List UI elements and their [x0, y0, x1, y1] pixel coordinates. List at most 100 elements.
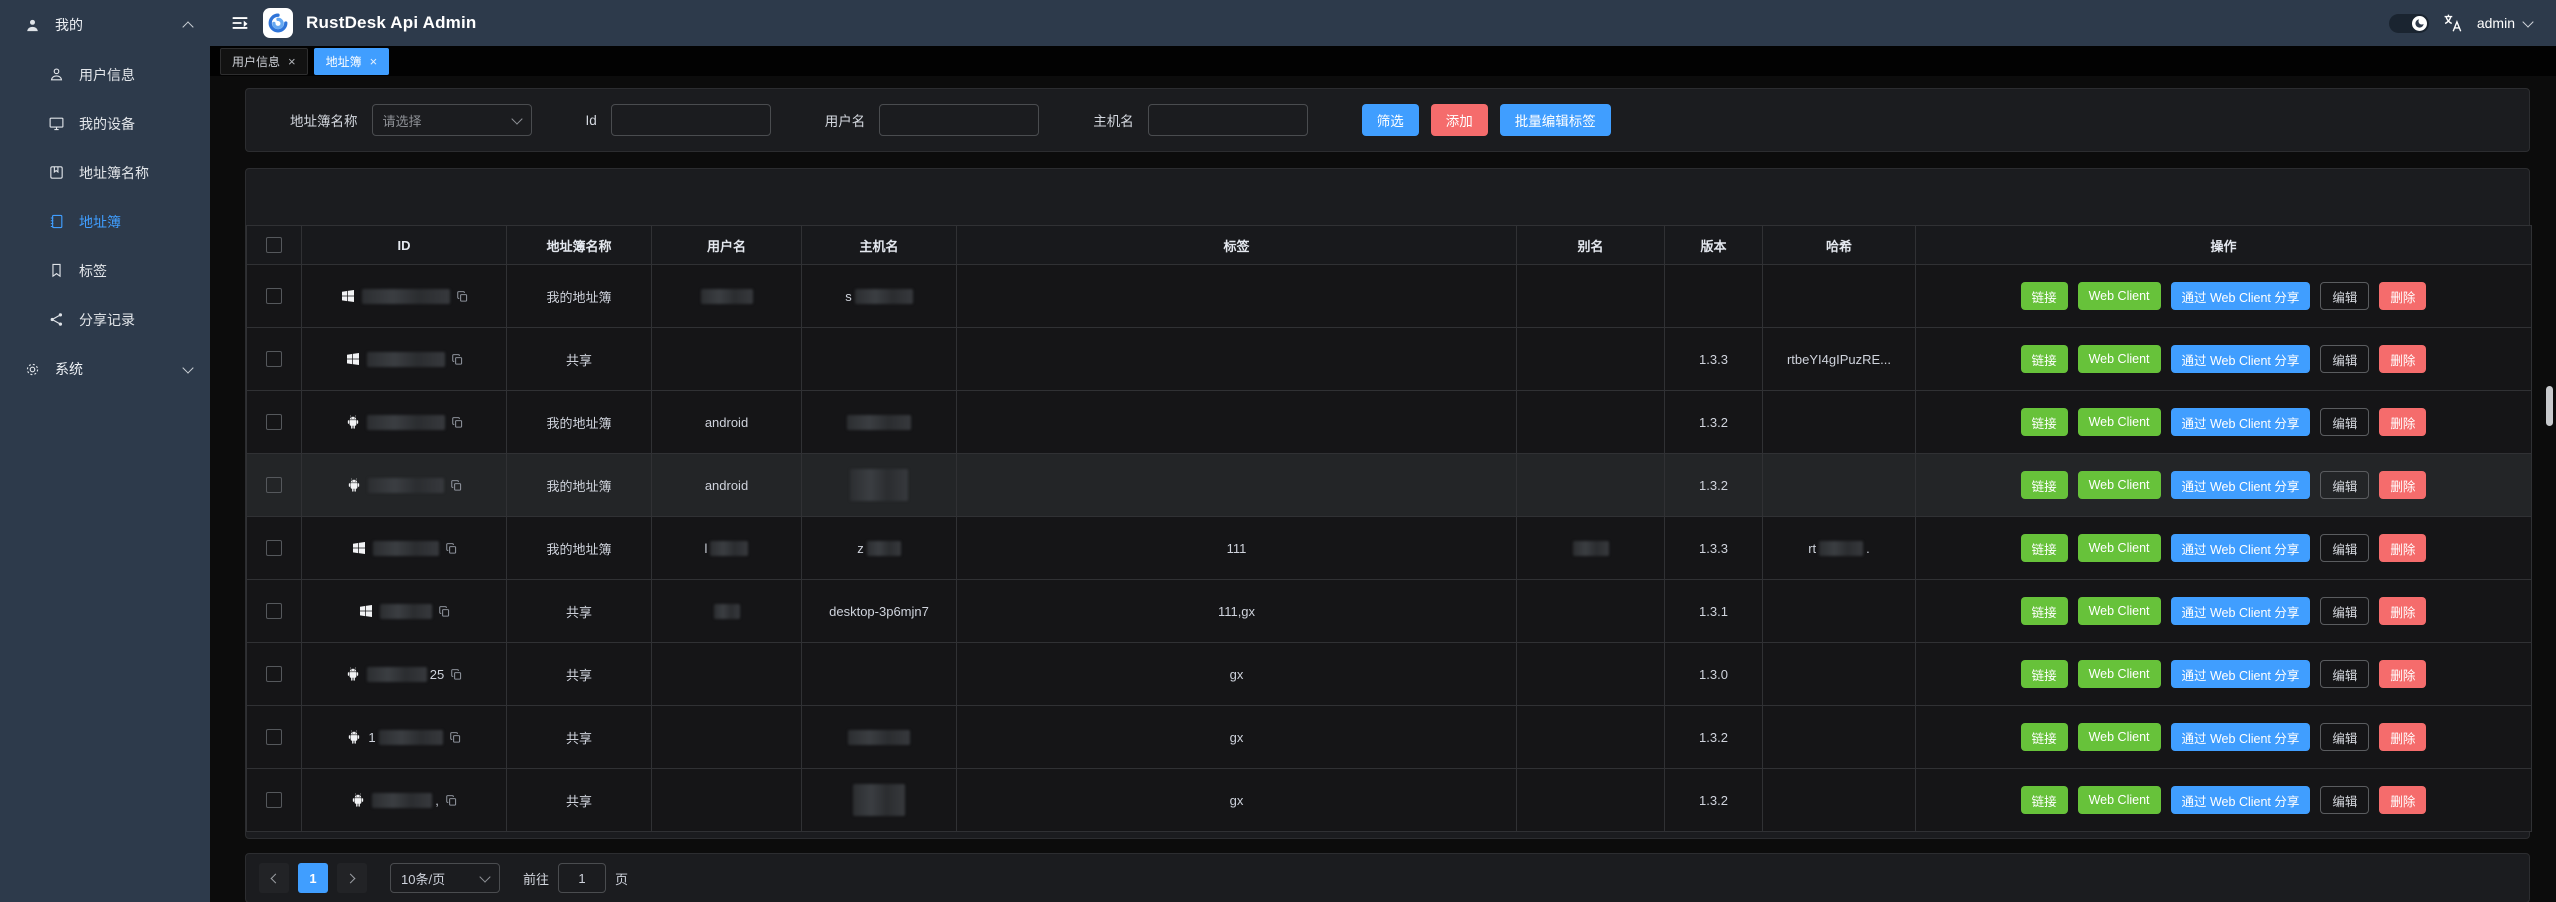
sidebar-item[interactable]: 标签: [0, 246, 210, 295]
sidebar-item[interactable]: 地址簿: [0, 197, 210, 246]
action-button-success[interactable]: 链接: [2021, 534, 2068, 562]
copy-icon[interactable]: [456, 290, 469, 303]
copy-icon[interactable]: [450, 668, 463, 681]
copy-icon[interactable]: [438, 605, 451, 618]
tab[interactable]: 地址簿×: [314, 48, 390, 75]
action-button-plain[interactable]: 编辑: [2320, 282, 2369, 310]
goto-page-input[interactable]: [558, 863, 606, 893]
action-button-primary[interactable]: 通过 Web Client 分享: [2171, 723, 2311, 751]
sidebar-item[interactable]: 我的设备: [0, 99, 210, 148]
sidebar-item[interactable]: 分享记录: [0, 295, 210, 344]
action-button-success[interactable]: Web Client: [2078, 408, 2161, 436]
action-button-primary[interactable]: 通过 Web Client 分享: [2171, 534, 2311, 562]
row-checkbox[interactable]: [266, 414, 282, 430]
collapse-menu-icon[interactable]: [230, 13, 250, 33]
action-button-primary[interactable]: 通过 Web Client 分享: [2171, 408, 2311, 436]
row-checkbox[interactable]: [266, 351, 282, 367]
action-button-success[interactable]: 链接: [2021, 471, 2068, 499]
action-button-success[interactable]: 链接: [2021, 597, 2068, 625]
sidebar-item[interactable]: 用户信息: [0, 50, 210, 99]
hostname-input[interactable]: [1148, 104, 1308, 136]
add-button[interactable]: 添加: [1431, 104, 1488, 136]
action-button-danger[interactable]: 删除: [2379, 723, 2426, 751]
action-button-success[interactable]: Web Client: [2078, 723, 2161, 751]
copy-icon[interactable]: [449, 731, 462, 744]
copy-icon[interactable]: [451, 353, 464, 366]
id-input[interactable]: [611, 104, 771, 136]
action-button-danger[interactable]: 删除: [2379, 597, 2426, 625]
copy-icon[interactable]: [445, 794, 458, 807]
select-all-checkbox[interactable]: [266, 237, 282, 253]
row-checkbox[interactable]: [266, 729, 282, 745]
action-button-success[interactable]: 链接: [2021, 786, 2068, 814]
redacted-text: [847, 415, 911, 430]
row-checkbox[interactable]: [266, 603, 282, 619]
action-button-success[interactable]: 链接: [2021, 660, 2068, 688]
hostname-cell: [802, 643, 957, 706]
action-button-primary[interactable]: 通过 Web Client 分享: [2171, 660, 2311, 688]
tab[interactable]: 用户信息×: [220, 48, 308, 75]
page-number-active[interactable]: 1: [298, 863, 328, 893]
action-button-primary[interactable]: 通过 Web Client 分享: [2171, 597, 2311, 625]
action-button-plain[interactable]: 编辑: [2320, 723, 2369, 751]
page-size-select[interactable]: 10条/页: [390, 863, 500, 893]
username-cell: [652, 706, 802, 769]
action-button-plain[interactable]: 编辑: [2320, 534, 2369, 562]
action-button-danger[interactable]: 删除: [2379, 408, 2426, 436]
sidebar-group-system[interactable]: 系统: [0, 344, 210, 394]
action-button-primary[interactable]: 通过 Web Client 分享: [2171, 471, 2311, 499]
language-switch-icon[interactable]: [2442, 12, 2464, 34]
action-button-primary[interactable]: 通过 Web Client 分享: [2171, 282, 2311, 310]
action-button-danger[interactable]: 删除: [2379, 471, 2426, 499]
row-checkbox[interactable]: [266, 288, 282, 304]
action-button-plain[interactable]: 编辑: [2320, 408, 2369, 436]
sidebar-item[interactable]: 地址簿名称: [0, 148, 210, 197]
action-button-success[interactable]: 链接: [2021, 408, 2068, 436]
row-checkbox[interactable]: [266, 477, 282, 493]
action-button-plain[interactable]: 编辑: [2320, 345, 2369, 373]
action-button-success[interactable]: Web Client: [2078, 597, 2161, 625]
action-button-plain[interactable]: 编辑: [2320, 786, 2369, 814]
username-input[interactable]: [879, 104, 1039, 136]
action-button-success[interactable]: Web Client: [2078, 660, 2161, 688]
copy-icon[interactable]: [450, 479, 463, 492]
hash-cell: rt.: [1763, 517, 1916, 580]
action-button-plain[interactable]: 编辑: [2320, 660, 2369, 688]
action-button-success[interactable]: Web Client: [2078, 282, 2161, 310]
book-name-select[interactable]: 请选择: [372, 104, 532, 136]
action-button-plain[interactable]: 编辑: [2320, 471, 2369, 499]
action-button-success[interactable]: Web Client: [2078, 786, 2161, 814]
next-page-button[interactable]: [337, 863, 367, 893]
action-button-danger[interactable]: 删除: [2379, 534, 2426, 562]
dark-mode-toggle[interactable]: [2389, 14, 2429, 33]
sidebar: 我的用户信息我的设备地址簿名称地址簿标签分享记录系统: [0, 0, 210, 902]
vertical-scrollbar[interactable]: [2546, 386, 2553, 426]
row-checkbox[interactable]: [266, 792, 282, 808]
action-button-success[interactable]: 链接: [2021, 723, 2068, 751]
action-button-success[interactable]: Web Client: [2078, 534, 2161, 562]
sidebar-group-mine[interactable]: 我的: [0, 0, 210, 50]
action-button-primary[interactable]: 通过 Web Client 分享: [2171, 345, 2311, 373]
action-button-danger[interactable]: 删除: [2379, 786, 2426, 814]
row-checkbox[interactable]: [266, 666, 282, 682]
copy-icon[interactable]: [451, 416, 464, 429]
row-checkbox[interactable]: [266, 540, 282, 556]
close-icon[interactable]: ×: [370, 55, 378, 68]
close-icon[interactable]: ×: [288, 55, 296, 68]
action-button-success[interactable]: Web Client: [2078, 471, 2161, 499]
action-button-plain[interactable]: 编辑: [2320, 597, 2369, 625]
action-button-success[interactable]: 链接: [2021, 282, 2068, 310]
sidebar-group-label: 我的: [55, 15, 170, 35]
action-button-danger[interactable]: 删除: [2379, 660, 2426, 688]
batch-edit-tags-button[interactable]: 批量编辑标签: [1500, 104, 1611, 136]
copy-icon[interactable]: [445, 542, 458, 555]
action-button-success[interactable]: 链接: [2021, 345, 2068, 373]
action-button-danger[interactable]: 删除: [2379, 345, 2426, 373]
top-header: RustDesk Api Admin admin: [210, 0, 2556, 46]
filter-button[interactable]: 筛选: [1362, 104, 1419, 136]
action-button-success[interactable]: Web Client: [2078, 345, 2161, 373]
action-button-danger[interactable]: 删除: [2379, 282, 2426, 310]
action-button-primary[interactable]: 通过 Web Client 分享: [2171, 786, 2311, 814]
prev-page-button[interactable]: [259, 863, 289, 893]
user-menu[interactable]: admin: [2477, 15, 2532, 31]
